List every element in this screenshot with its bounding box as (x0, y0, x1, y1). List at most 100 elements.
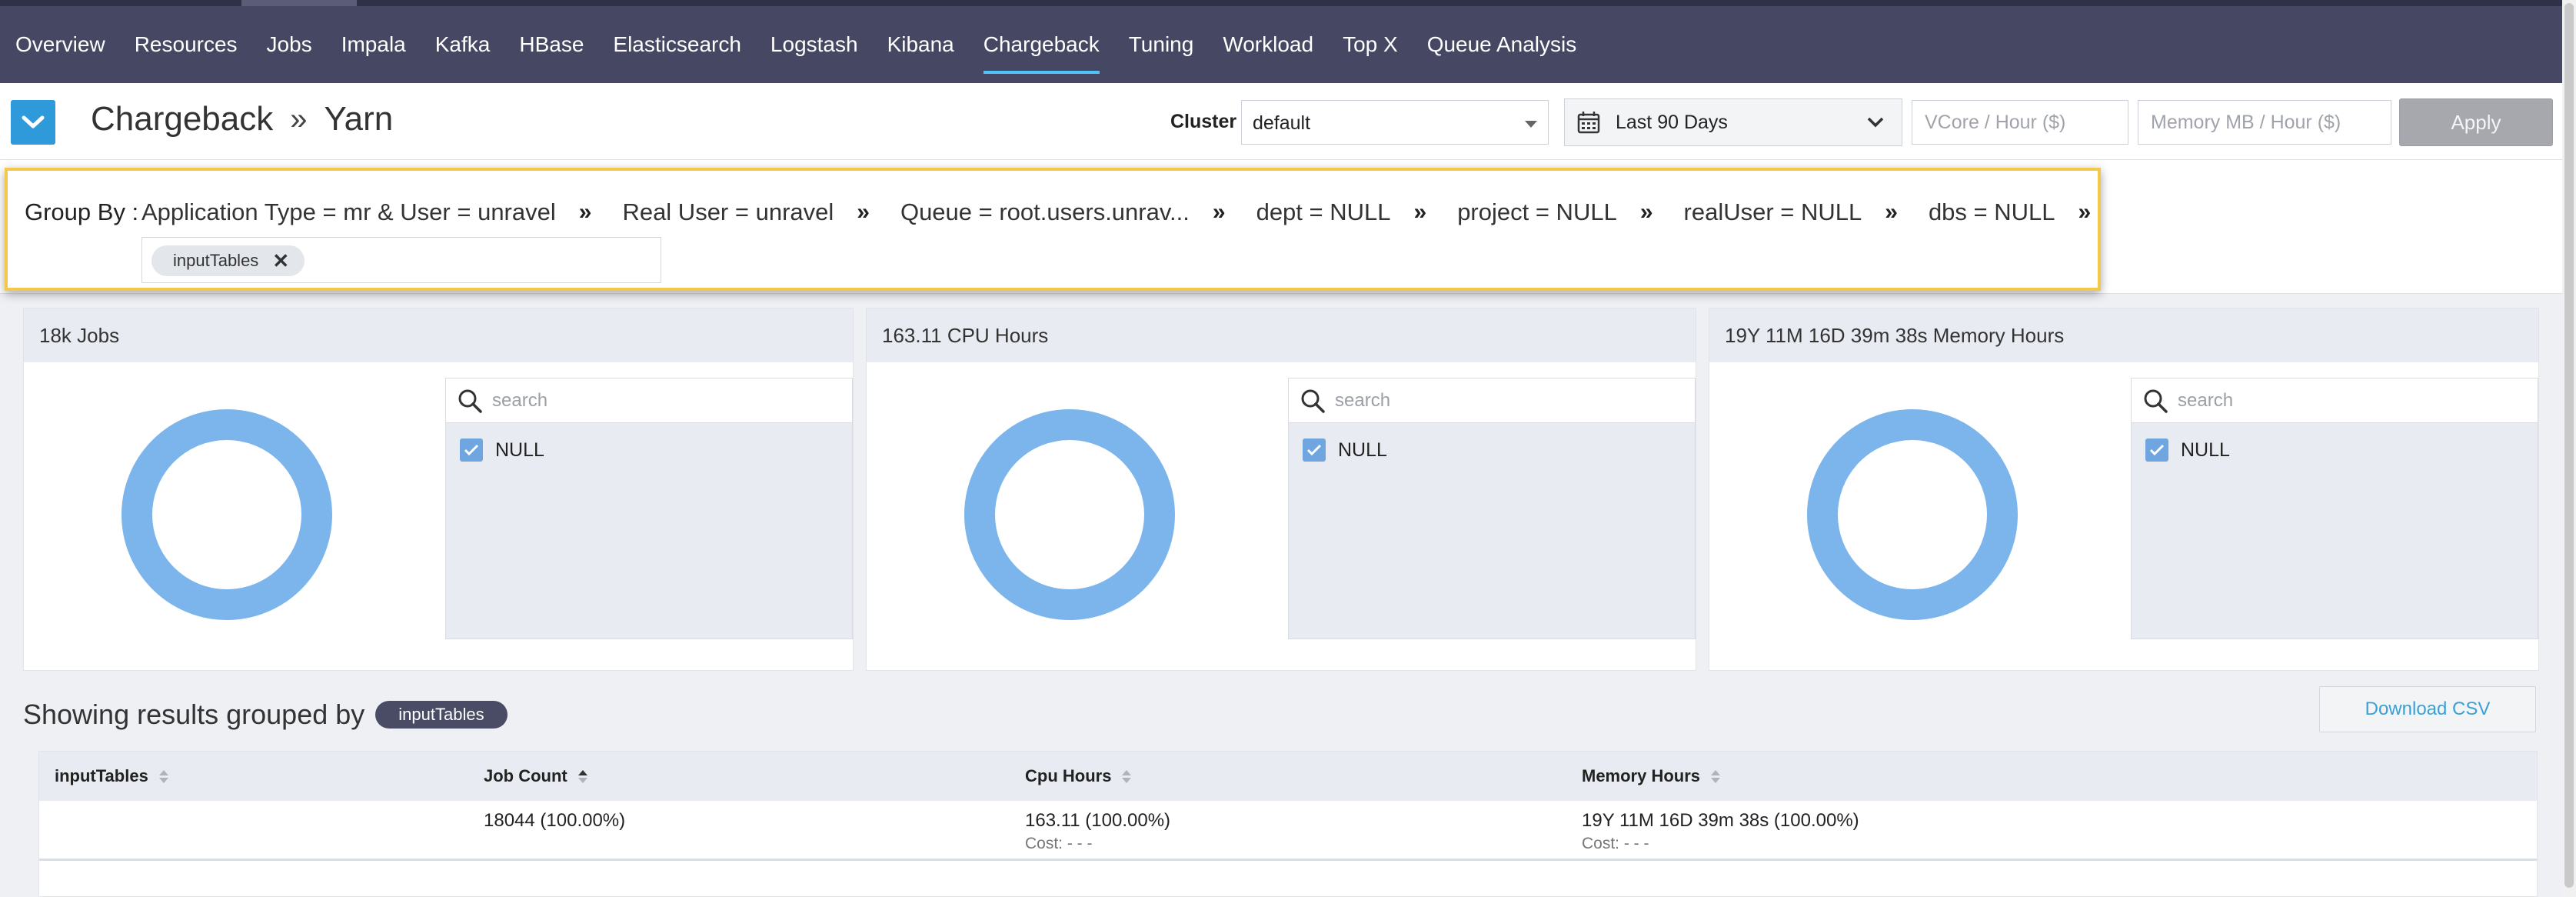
group-by-pill: inputTables (375, 701, 508, 729)
sort-icon (158, 752, 168, 801)
date-range-picker[interactable]: Last 90 Days (1564, 98, 1902, 146)
cell-memory-hours-value: 19Y 11M 16D 39m 38s (100.00%) (1582, 810, 1859, 831)
checkbox[interactable] (1303, 438, 1326, 462)
column-header-memory-hours[interactable]: Memory Hours (1582, 752, 1721, 801)
search-icon (458, 389, 482, 413)
double-chevron-right-icon: » (2078, 199, 2092, 225)
page-scrollbar[interactable] (2562, 0, 2576, 897)
cluster-select[interactable]: default (1241, 100, 1549, 145)
cell-cpu-cost: Cost: - - - (1025, 835, 1093, 852)
legend-item[interactable]: NULL (460, 438, 544, 462)
legend-search (1289, 378, 1695, 423)
cell-memory-hours: 19Y 11M 16D 39m 38s (100.00%) Cost: - - … (1582, 810, 1859, 853)
legend-panel: NULL (1288, 378, 1696, 639)
table-header: inputTables Job Count Cpu Hours Memory H… (39, 752, 2537, 801)
group-by-crumb[interactable]: Queue = root.users.unrav... (900, 198, 1190, 226)
cell-memory-cost: Cost: - - - (1582, 835, 1649, 852)
check-icon (2149, 444, 2165, 456)
nav-item-queue-analysis[interactable]: Queue Analysis (1427, 6, 1577, 83)
calendar-icon (1577, 112, 1600, 134)
download-csv-button[interactable]: Download CSV (2319, 686, 2536, 732)
chevron-down-icon (1867, 117, 1884, 128)
group-by-breadcrumb: Application Type = mr & User = unravel »… (141, 198, 2122, 226)
jobs-card: 18k Jobs NULL (23, 308, 854, 671)
nav-item-kibana[interactable]: Kibana (887, 6, 954, 83)
nav-item-kafka[interactable]: Kafka (435, 6, 491, 83)
group-by-area: Group By : Application Type = mr & User … (0, 160, 2562, 294)
nav-item-workload[interactable]: Workload (1223, 6, 1313, 83)
nav-item-elasticsearch[interactable]: Elasticsearch (613, 6, 741, 83)
group-by-crumb[interactable]: Application Type = mr & User = unravel (141, 198, 556, 226)
card-title: 163.11 CPU Hours (867, 308, 1696, 362)
memory-rate-input[interactable] (2138, 100, 2391, 145)
legend-search-input[interactable] (492, 386, 830, 415)
nav-item-resources[interactable]: Resources (135, 6, 238, 83)
close-icon[interactable]: ✕ (272, 249, 289, 273)
memory-hours-card: 19Y 11M 16D 39m 38s Memory Hours NULL (1709, 308, 2539, 671)
group-by-crumb[interactable]: project = NULL (1457, 198, 1617, 226)
legend-panel: NULL (2131, 378, 2538, 639)
group-by-box: Group By : Application Type = mr & User … (5, 168, 2101, 291)
legend-item-label: NULL (495, 438, 544, 461)
card-title: 19Y 11M 16D 39m 38s Memory Hours (1709, 308, 2538, 362)
legend-item[interactable]: NULL (1303, 438, 1387, 462)
nav-item-overview[interactable]: Overview (15, 6, 105, 83)
page-title: Chargeback » Yarn (91, 100, 393, 138)
sort-ascending-icon (577, 752, 587, 801)
nav-item-hbase[interactable]: HBase (519, 6, 584, 83)
column-header-input-tables[interactable]: inputTables (55, 752, 168, 801)
column-header-job-count[interactable]: Job Count (484, 752, 587, 801)
page-title-main: Chargeback (91, 100, 274, 138)
legend-item[interactable]: NULL (2145, 438, 2230, 462)
column-header-cpu-hours[interactable]: Cpu Hours (1025, 752, 1132, 801)
chip-label: inputTables (173, 251, 259, 270)
donut-chart (964, 409, 1175, 620)
double-chevron-right-icon: » (1885, 199, 1898, 225)
double-chevron-right-icon: » (1212, 199, 1226, 225)
table-row[interactable]: 18044 (100.00%) 163.11 (100.00%) Cost: -… (39, 801, 2537, 861)
donut-slice[interactable] (121, 409, 332, 620)
column-header-label: Job Count (484, 766, 567, 785)
nav-item-jobs[interactable]: Jobs (267, 6, 312, 83)
results-title-text: Showing results grouped by (23, 699, 365, 730)
check-icon (1306, 444, 1322, 456)
group-by-crumb[interactable]: Real User = unravel (622, 198, 834, 226)
cluster-label: Cluster (1170, 111, 1237, 132)
group-by-crumb[interactable]: realUser = NULL (1684, 198, 1862, 226)
group-by-tag-input[interactable]: inputTables ✕ (141, 237, 661, 283)
chevron-down-icon (22, 115, 45, 128)
group-by-crumb[interactable]: dbs = NULL (1929, 198, 2055, 226)
checkbox[interactable] (460, 438, 483, 462)
vcore-rate-input[interactable] (1912, 100, 2128, 145)
cluster-select-value: default (1253, 112, 1311, 134)
donut-slice[interactable] (1807, 409, 2018, 620)
legend-search-input[interactable] (2178, 386, 2516, 415)
date-range-value: Last 90 Days (1616, 111, 1728, 133)
legend-search (446, 378, 852, 423)
page-title-sub: Yarn (324, 100, 394, 138)
double-chevron-right-icon: » (1413, 199, 1427, 225)
column-header-label: Memory Hours (1582, 766, 1701, 785)
sort-icon (1711, 752, 1721, 801)
nav-item-impala[interactable]: Impala (341, 6, 406, 83)
group-by-label: Group By : (25, 198, 139, 225)
group-by-chip: inputTables ✕ (151, 245, 305, 276)
apply-button[interactable]: Apply (2399, 98, 2553, 146)
nav-item-top-x[interactable]: Top X (1343, 6, 1398, 83)
page-header: Chargeback » Yarn Cluster default Last 9… (0, 83, 2562, 160)
scrollbar-thumb[interactable] (2564, 3, 2574, 888)
nav-item-logstash[interactable]: Logstash (770, 6, 858, 83)
nav-active-tab-marker (241, 0, 357, 6)
checkbox[interactable] (2145, 438, 2168, 462)
cpu-hours-card: 163.11 CPU Hours NULL (866, 308, 1696, 671)
double-chevron-right-icon: » (857, 199, 870, 225)
top-nav: Overview Resources Jobs Impala Kafka HBa… (0, 0, 2562, 83)
legend-item-label: NULL (1338, 438, 1387, 461)
nav-item-chargeback[interactable]: Chargeback (983, 6, 1100, 83)
legend-search-input[interactable] (1335, 386, 1673, 415)
collapse-button[interactable] (11, 100, 55, 145)
nav-item-tuning[interactable]: Tuning (1129, 6, 1194, 83)
legend-panel: NULL (445, 378, 853, 639)
donut-slice[interactable] (964, 409, 1175, 620)
group-by-crumb[interactable]: dept = NULL (1256, 198, 1391, 226)
